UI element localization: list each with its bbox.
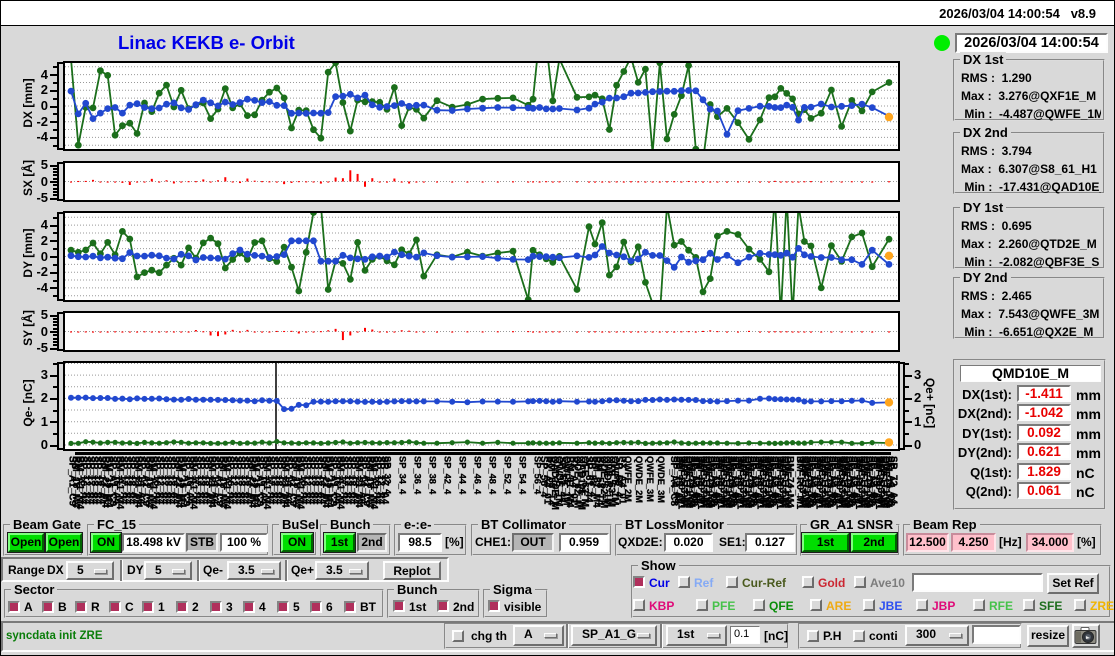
svg-text:SP_72_A4: SP_72_A4 (888, 456, 899, 505)
svg-text:QWFE_3M: QWFE_3M (645, 456, 655, 502)
svg-text:QWDE_2M: QWDE_2M (634, 456, 644, 503)
svg-text:SP_36_4: SP_36_4 (413, 456, 423, 495)
svg-text:BM_74_M4: BM_74_M4 (784, 456, 795, 508)
svg-text:SP_32_4: SP_32_4 (383, 456, 393, 495)
svg-text:SP_54_4: SP_54_4 (518, 456, 528, 495)
svg-text:SP_48_4: SP_48_4 (488, 456, 498, 495)
svg-text:QWFE_2M: QWFE_2M (623, 456, 633, 502)
svg-text:SP_42_4: SP_42_4 (443, 456, 453, 495)
svg-text:QWDE_3M: QWDE_3M (656, 456, 666, 503)
svg-text:SP_46_4: SP_46_4 (473, 456, 483, 495)
svg-text:SP_38_4: SP_38_4 (428, 456, 438, 495)
svg-text:SP_52_4: SP_52_4 (503, 456, 513, 495)
svg-text:SP_44_4: SP_44_4 (458, 456, 468, 495)
svg-text:SP_34_4: SP_34_4 (398, 456, 408, 495)
